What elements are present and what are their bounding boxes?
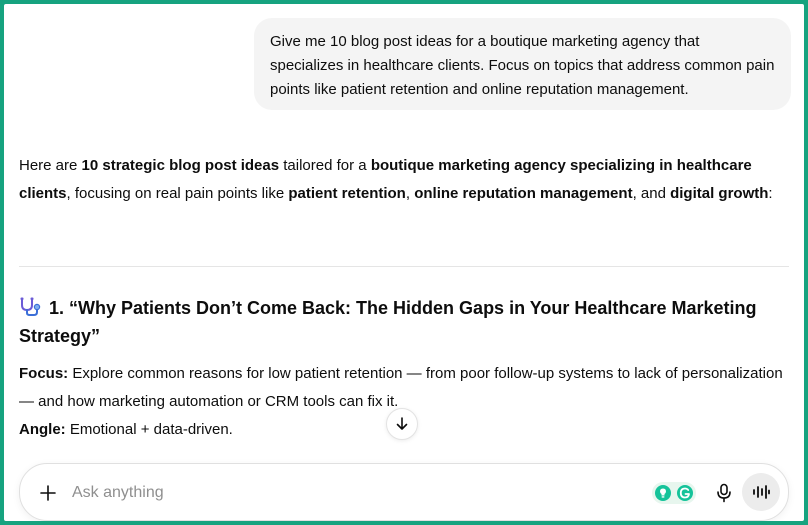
idea-1-title: 1. “Why Patients Don’t Come Back: The Hi… (19, 298, 757, 346)
intro-text-5: , and (632, 185, 671, 202)
assistant-intro: Here are 10 strategic blog post ideas ta… (19, 152, 789, 208)
angle-text: Emotional + data-driven. (65, 421, 233, 438)
grammarly-icon[interactable] (676, 484, 694, 502)
intro-text-2: tailored for a (279, 157, 371, 174)
intro-text-4: , (405, 185, 415, 202)
voice-mode-button[interactable] (742, 473, 780, 511)
waveform-icon (753, 485, 770, 499)
focus-text: Explore common reasons for low patient r… (19, 365, 783, 410)
scroll-down-button[interactable] (386, 408, 418, 440)
user-message-text: Give me 10 blog post ideas for a boutiqu… (270, 33, 775, 98)
intro-bold-1: 10 strategic blog post ideas (81, 157, 280, 174)
lightbulb-icon[interactable] (654, 484, 672, 502)
arrow-down-icon (396, 417, 408, 430)
focus-label: Focus: (19, 365, 69, 382)
intro-text-3: , focusing on real pain points like (66, 185, 289, 202)
user-message-bubble: Give me 10 blog post ideas for a boutiqu… (254, 18, 791, 110)
intro-text-1: Here are (19, 157, 82, 174)
section-divider (19, 266, 789, 267)
chat-window: Give me 10 blog post ideas for a boutiqu… (4, 4, 804, 521)
intro-bold-4: online reputation management (414, 185, 633, 202)
microphone-icon (717, 483, 731, 503)
intro-bold-3: patient retention (288, 185, 406, 202)
idea-1-heading: 1. “Why Patients Don’t Come Back: The Hi… (19, 294, 779, 350)
grammarly-widget[interactable] (652, 482, 696, 504)
add-attachment-button[interactable] (34, 479, 62, 507)
stethoscope-icon (19, 297, 41, 317)
ask-input[interactable] (72, 482, 612, 504)
intro-bold-5: digital growth (670, 185, 769, 202)
dictate-button[interactable] (710, 479, 738, 507)
intro-text-6: : (768, 185, 773, 202)
plus-icon (40, 485, 56, 501)
composer (19, 463, 789, 521)
angle-label: Angle: (19, 421, 66, 438)
